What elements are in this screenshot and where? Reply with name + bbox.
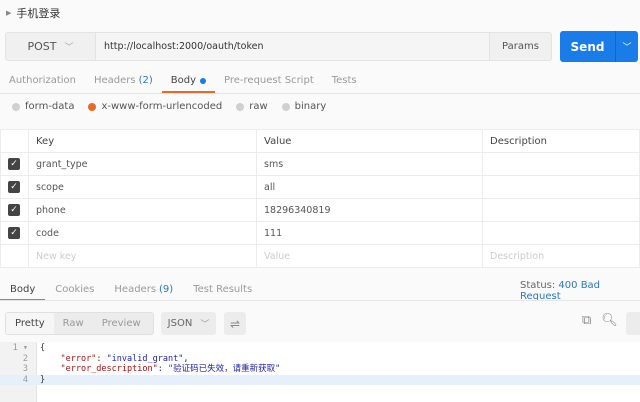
request-name[interactable]: ▶ 手机登录 xyxy=(6,5,60,21)
tab-pre-request-script[interactable]: Pre-request Script xyxy=(215,68,323,93)
radio-selected-icon xyxy=(88,102,97,111)
divider xyxy=(0,93,640,94)
table-row: ✓ phone 18296340819 xyxy=(0,198,640,222)
search-icon[interactable]: 🔍︎ xyxy=(601,313,618,328)
new-description-input[interactable]: Description xyxy=(482,244,640,268)
table-row: ✓ grant_type sms xyxy=(0,152,640,176)
request-tabs: Authorization Headers (2) Body Pre-reques… xyxy=(0,68,366,94)
response-tab-cookies[interactable]: Cookies xyxy=(45,278,104,300)
tab-tests[interactable]: Tests xyxy=(323,68,366,93)
save-response-button[interactable] xyxy=(626,312,640,335)
tab-authorization[interactable]: Authorization xyxy=(0,68,85,93)
response-actions: ⧉ 🔍︎ xyxy=(582,313,618,328)
code-line: 1 ▾{ xyxy=(12,343,46,353)
body-type-radios: form-data x-www-form-urlencoded raw bina… xyxy=(12,101,326,112)
params-table: Key Value Description ✓ grant_type sms ✓ scop… xyxy=(0,129,640,268)
chevron-down-icon: ﹀ xyxy=(200,320,210,330)
divider xyxy=(0,300,640,301)
modified-dot-icon xyxy=(200,77,207,84)
send-button[interactable]: Send ﹀ xyxy=(560,31,638,62)
checkbox-checked-icon[interactable]: ✓ xyxy=(8,227,20,239)
radio-circle-icon xyxy=(281,102,290,111)
response-tabs: Body Cookies Headers (9) Test Results xyxy=(0,278,262,301)
view-mode-toggle: Pretty Raw Preview xyxy=(5,312,154,335)
radio-circle-icon xyxy=(236,102,245,111)
params-button[interactable]: Params xyxy=(489,33,551,60)
response-tab-test-results[interactable]: Test Results xyxy=(183,278,262,300)
view-pretty[interactable]: Pretty xyxy=(6,313,54,334)
response-body[interactable]: 1 ▾{ 2 "error": "invalid_grant", 3 "erro… xyxy=(0,342,640,402)
tab-body[interactable]: Body xyxy=(161,68,216,94)
view-raw[interactable]: Raw xyxy=(54,318,93,329)
url-bar: POST ﹀ http://localhost:2000/oauth/token … xyxy=(5,32,552,61)
table-header: Key Value Description xyxy=(0,129,640,153)
code-line: 2 "error": "invalid_grant", xyxy=(22,353,189,364)
view-preview[interactable]: Preview xyxy=(93,318,150,329)
send-dropdown-chevron-icon[interactable]: ﹀ xyxy=(616,31,638,62)
response-tab-headers[interactable]: Headers (9) xyxy=(104,278,183,300)
table-row: ✓ code 111 xyxy=(0,221,640,245)
code-line-active: 4} xyxy=(0,374,640,385)
expand-caret-icon[interactable]: ▶ xyxy=(6,9,11,17)
checkbox-checked-icon[interactable]: ✓ xyxy=(8,158,20,170)
radio-binary[interactable]: binary xyxy=(281,101,326,112)
new-value-input[interactable]: Value xyxy=(256,244,483,268)
copy-icon[interactable]: ⧉ xyxy=(582,313,591,328)
url-input[interactable]: http://localhost:2000/oauth/token xyxy=(96,33,489,60)
code-line: 3 "error_description": "验证码已失效，请重新获取" xyxy=(22,364,281,374)
radio-form-data[interactable]: form-data xyxy=(12,101,74,112)
checkbox-checked-icon[interactable]: ✓ xyxy=(8,204,20,216)
radio-raw[interactable]: raw xyxy=(236,101,268,112)
new-key-input[interactable]: New key xyxy=(28,244,257,268)
tab-headers[interactable]: Headers (2) xyxy=(85,68,162,93)
response-status: Status: 400 Bad Request xyxy=(520,280,601,302)
chevron-down-icon: ﹀ xyxy=(64,43,74,53)
wrap-lines-icon[interactable]: ⇌ xyxy=(224,312,246,335)
radio-circle-icon xyxy=(12,102,20,111)
radio-x-www-form-urlencoded[interactable]: x-www-form-urlencoded xyxy=(88,101,222,112)
response-tab-body[interactable]: Body xyxy=(0,278,46,301)
new-row: New key Value Description xyxy=(0,244,640,268)
method-select[interactable]: POST ﹀ xyxy=(6,33,96,60)
format-select[interactable]: JSON ﹀ xyxy=(161,312,216,335)
table-row: ✓ scope all xyxy=(0,175,640,199)
checkbox-checked-icon[interactable]: ✓ xyxy=(8,181,20,193)
